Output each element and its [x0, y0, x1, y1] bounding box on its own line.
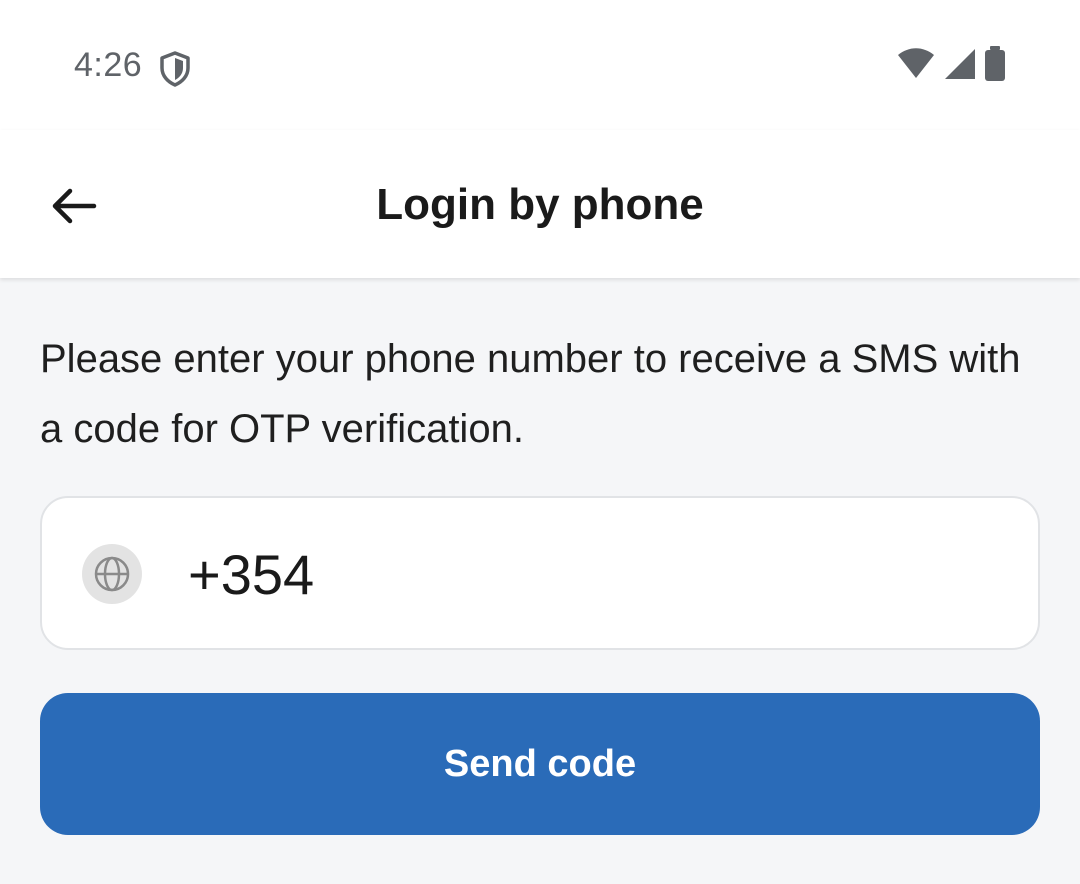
status-time: 4:26: [74, 46, 143, 84]
status-icons: [896, 45, 1008, 87]
instructions-text: Please enter your phone number to receiv…: [40, 337, 1021, 451]
app-bar: Login by phone: [0, 130, 1080, 278]
globe-icon[interactable]: [82, 544, 142, 604]
signal-icon: [942, 48, 976, 85]
battery-icon: [982, 45, 1008, 87]
status-bar: 4:26: [0, 0, 1080, 130]
phone-number-input[interactable]: [188, 536, 988, 612]
wifi-icon: [896, 47, 936, 85]
phone-number-field[interactable]: [40, 496, 1040, 650]
page-title: Login by phone: [376, 180, 704, 229]
send-code-button[interactable]: Send code: [40, 693, 1040, 835]
shield-icon: [157, 50, 193, 88]
